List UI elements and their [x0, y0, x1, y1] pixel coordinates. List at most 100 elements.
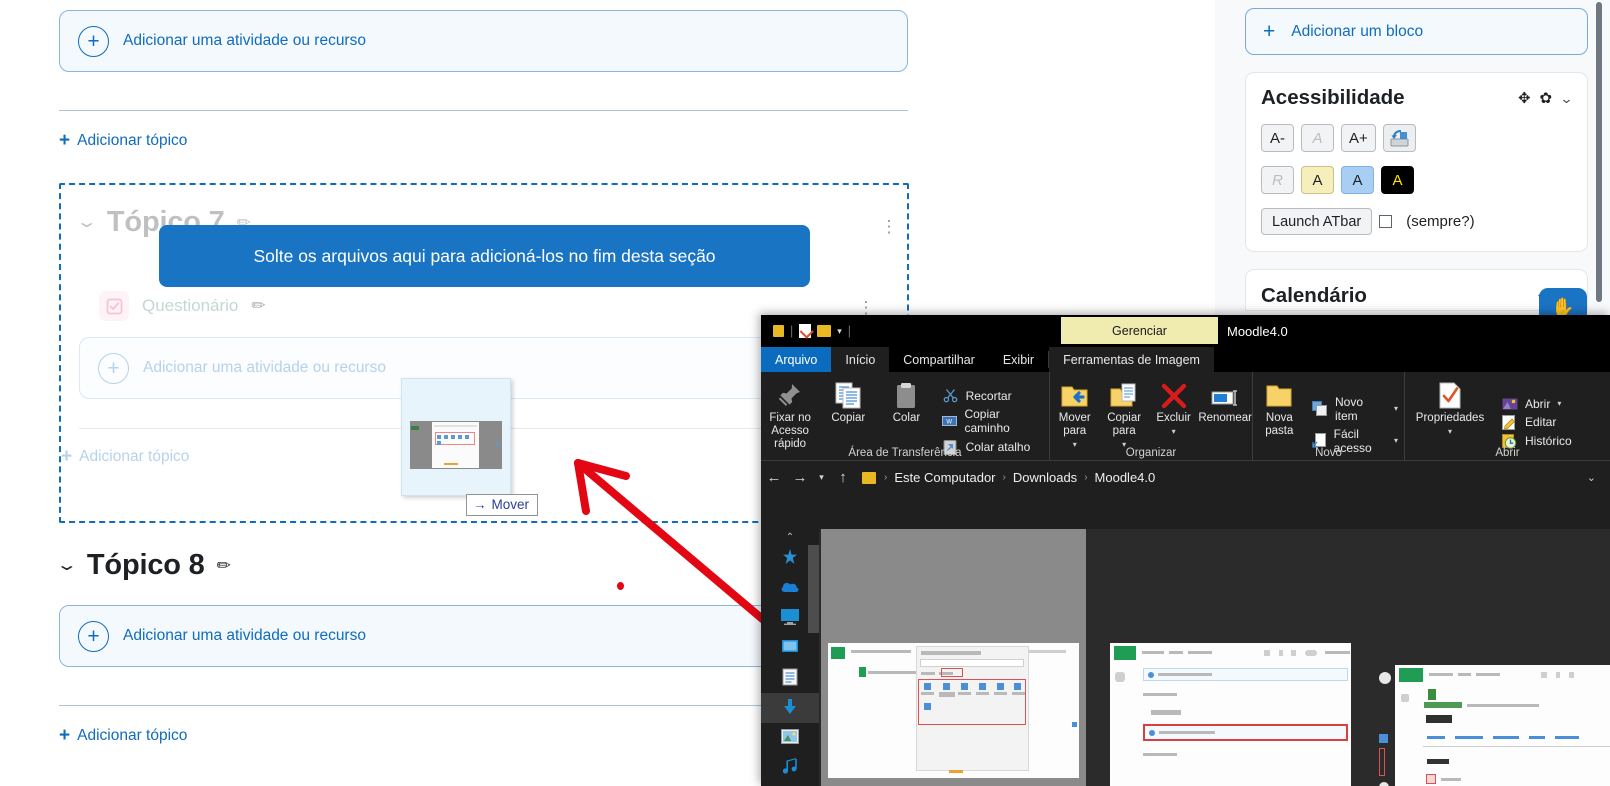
navpane-scrollbar[interactable]	[808, 545, 819, 633]
nav-item-downloads[interactable]	[761, 693, 819, 723]
plus-icon: +	[59, 726, 70, 745]
recent-locations-button[interactable]: ▾	[813, 472, 830, 483]
chevron-down-icon[interactable]: ⌄	[75, 214, 98, 230]
file-explorer-window[interactable]: | ▾ | Gerenciar Moodle4.0 Arquivo Início…	[761, 315, 1610, 786]
quiz-icon	[99, 291, 129, 321]
chevron-down-icon[interactable]: ▾	[1557, 399, 1561, 408]
chevron-down-icon[interactable]: ▾	[1448, 428, 1452, 437]
ribbon-group-area-de-transferencia: Fixar no Acesso rápido Copiar	[761, 372, 1049, 460]
edit-pencil-icon[interactable]: ✏	[217, 556, 231, 576]
breadcrumb-separator: ›	[1084, 472, 1087, 483]
drag-ghost-thumbnail	[410, 421, 502, 469]
ribbon-group-label: Abrir	[1405, 447, 1610, 459]
ribbon-button-recortar[interactable]: Recortar	[942, 388, 1043, 403]
tab-compartilhar[interactable]: Compartilhar	[889, 347, 989, 372]
scheme-black-button[interactable]: A	[1381, 166, 1414, 194]
nav-item-pictures[interactable]	[761, 723, 819, 753]
add-activity-box-top[interactable]: + Adicionar uma atividade ou recurso	[59, 10, 908, 72]
ribbon[interactable]: Fixar no Acesso rápido Copiar	[761, 372, 1610, 460]
ribbon-button-label: Abrir	[1525, 397, 1550, 411]
chevron-down-icon[interactable]: ⌄	[55, 557, 78, 573]
breadcrumb-item-downloads[interactable]: Downloads	[1013, 470, 1077, 485]
back-button[interactable]: ←	[761, 469, 787, 486]
breadcrumb[interactable]: › Este Computador › Downloads › Moodle4.…	[884, 470, 1155, 485]
save-settings-icon[interactable]	[1383, 124, 1416, 152]
ribbon-button-label: Copiar	[831, 412, 865, 425]
nav-item-music[interactable]	[761, 753, 819, 783]
decrease-font-button[interactable]: A-	[1261, 124, 1294, 152]
chevron-down-icon[interactable]: ⌄	[1587, 471, 1596, 484]
font-size-controls: A- A A+	[1261, 124, 1572, 152]
add-topic-label: Adicionar tópico	[77, 132, 187, 150]
drop-files-banner: Solte os arquivos aqui para adicioná-los…	[159, 225, 810, 287]
scheme-reset-button[interactable]: R	[1261, 166, 1294, 194]
tab-ferramentas-de-imagem[interactable]: Ferramentas de Imagem	[1049, 347, 1214, 372]
section-divider-top	[59, 110, 908, 111]
ribbon-button-label: Editar	[1525, 415, 1556, 429]
add-block-button[interactable]: + Adicionar um bloco	[1245, 8, 1588, 55]
add-topic-link-top[interactable]: + Adicionar tópico	[59, 131, 908, 150]
ribbon-button-label: Histórico	[1525, 434, 1572, 448]
file-thumbnail-2[interactable]	[1109, 640, 1352, 786]
quick-access-toolbar[interactable]: | ▾ |	[761, 324, 851, 338]
chevron-down-icon[interactable]: ▾	[1172, 428, 1176, 437]
plus-icon: +	[78, 26, 109, 57]
forward-button[interactable]: →	[787, 469, 813, 486]
music-icon	[783, 758, 798, 779]
breadcrumb-separator: ›	[884, 472, 887, 483]
explorer-body: ⌃	[761, 529, 1610, 786]
ribbon-group-organizar: Mover para ▾ Copiar para ▾	[1049, 372, 1252, 460]
ribbon-group-label: Organizar	[1050, 447, 1252, 459]
qat-divider-2: |	[848, 324, 851, 338]
chevron-down-icon[interactable]: ▾	[1394, 436, 1398, 445]
launch-atbar-button[interactable]: Launch ATbar	[1261, 208, 1372, 235]
annotation-dot	[617, 582, 624, 590]
file-thumbnail-3[interactable]	[1379, 662, 1610, 786]
breadcrumb-item-este-computador[interactable]: Este Computador	[894, 470, 995, 485]
increase-font-button[interactable]: A+	[1341, 124, 1376, 152]
section-menu-kebab[interactable]: ⋮	[885, 217, 894, 237]
gear-icon[interactable]: ✿	[1540, 91, 1553, 106]
chevron-down-icon[interactable]: ▾	[837, 326, 842, 337]
scheme-yellow-button[interactable]: A	[1301, 166, 1334, 194]
ribbon-button-label: Propriedades	[1416, 412, 1484, 425]
explorer-titlebar[interactable]: | ▾ | Gerenciar Moodle4.0	[761, 315, 1610, 347]
drawer-scrollbar[interactable]	[1596, 2, 1602, 302]
chevron-down-icon[interactable]: ▾	[1394, 404, 1398, 413]
move-block-icon[interactable]: ✥	[1518, 91, 1531, 106]
breadcrumb-item-moodle40[interactable]: Moodle4.0	[1095, 470, 1156, 485]
tab-exibir[interactable]: Exibir	[989, 347, 1048, 372]
always-checkbox[interactable]	[1379, 215, 1392, 228]
plus-icon: +	[98, 353, 129, 384]
copy-path-icon: W	[942, 414, 958, 428]
chevron-down-icon[interactable]: ⌄	[1559, 92, 1573, 105]
add-block-label: Adicionar um bloco	[1291, 23, 1423, 41]
scheme-blue-button[interactable]: A	[1341, 166, 1374, 194]
ribbon-button-label: Copiar para	[1107, 412, 1141, 438]
ribbon-button-novo-item[interactable]: Novo item ▾	[1312, 395, 1398, 423]
tab-label: Compartilhar	[903, 353, 975, 367]
ribbon-tabs[interactable]: Arquivo Início Compartilhar Exibir Ferra…	[761, 347, 1610, 372]
nav-item-desktop[interactable]	[761, 633, 819, 663]
navigation-pane[interactable]: ⌃	[761, 529, 819, 786]
nav-item-documents[interactable]	[761, 663, 819, 693]
navpane-scroll-up[interactable]: ⌃	[761, 529, 819, 543]
ribbon-button-abrir[interactable]: Abrir ▾	[1501, 397, 1572, 411]
edit-pencil-icon[interactable]: ✏	[251, 296, 265, 316]
file-thumbnail-1[interactable]	[821, 529, 1086, 786]
ribbon-button-editar[interactable]: Editar	[1501, 415, 1572, 430]
address-bar[interactable]: ← → ▾ ↑ › Este Computador › Downloads › …	[761, 460, 1610, 494]
block-title: Calendário	[1261, 284, 1538, 308]
up-button[interactable]: ↑	[830, 469, 856, 486]
tab-inicio[interactable]: Início	[831, 347, 889, 372]
file-list-view[interactable]	[819, 529, 1610, 786]
desktop-icon	[781, 639, 799, 658]
tab-arquivo[interactable]: Arquivo	[761, 347, 831, 372]
contextual-tab-gerenciar[interactable]: Gerenciar	[1061, 317, 1218, 344]
reset-font-button[interactable]: A	[1301, 124, 1334, 152]
easy-access-icon	[1312, 433, 1327, 448]
folder-icon	[862, 472, 876, 484]
properties-icon[interactable]	[799, 324, 811, 338]
ribbon-button-copiar-caminho[interactable]: W Copiar caminho	[942, 407, 1043, 435]
new-folder-icon[interactable]	[817, 325, 831, 337]
